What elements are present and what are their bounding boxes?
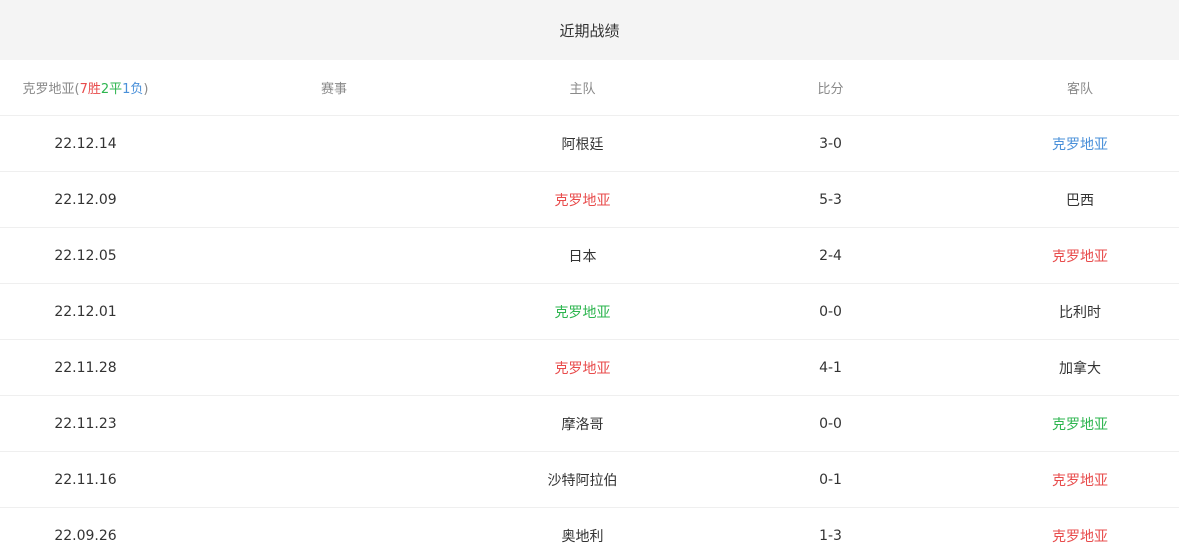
match-score: 3-0	[819, 135, 842, 152]
team-name-label: 克罗地亚	[22, 82, 75, 97]
match-row[interactable]: 22.11.16 沙特阿拉伯 0-1 克罗地亚	[0, 452, 1179, 508]
match-row[interactable]: 22.09.26 奥地利 1-3 克罗地亚	[0, 508, 1179, 551]
match-row[interactable]: 22.12.01 克罗地亚 0-0 比利时	[0, 284, 1179, 340]
match-date: 22.11.28	[54, 359, 117, 376]
away-team-header: 客队	[1066, 82, 1093, 97]
panel-header: 近期战绩	[0, 0, 1179, 60]
match-score: 0-1	[819, 471, 842, 488]
match-row[interactable]: 22.11.23 摩洛哥 0-0 克罗地亚	[0, 396, 1179, 452]
away-team-name: 克罗地亚	[1052, 472, 1108, 489]
match-date: 22.12.01	[54, 303, 117, 320]
away-team-name: 巴西	[1066, 192, 1094, 209]
home-team-name: 日本	[568, 248, 597, 265]
home-team-name: 沙特阿拉伯	[547, 472, 618, 489]
losses-count: 1负	[122, 82, 144, 97]
match-row[interactable]: 22.12.14 阿根廷 3-0 克罗地亚	[0, 116, 1179, 172]
competition-header: 赛事	[320, 82, 347, 97]
match-row[interactable]: 22.11.28 克罗地亚 4-1 加拿大	[0, 340, 1179, 396]
home-team-header: 主队	[569, 82, 596, 97]
match-row[interactable]: 22.12.09 克罗地亚 5-3 巴西	[0, 172, 1179, 228]
match-score: 1-3	[819, 527, 842, 544]
score-header: 比分	[817, 82, 844, 97]
match-date: 22.12.14	[54, 135, 117, 152]
away-team-name: 克罗地亚	[1052, 136, 1108, 153]
away-team-name: 加拿大	[1059, 360, 1101, 377]
home-team-name: 阿根廷	[561, 136, 604, 153]
match-score: 0-0	[819, 303, 842, 320]
match-list: 22.12.14 阿根廷 3-0 克罗地亚 22.12.09 克罗地亚 5-3 巴西 22.12…	[0, 116, 1179, 551]
away-team-name: 比利时	[1059, 304, 1101, 321]
match-date: 22.12.05	[54, 247, 117, 264]
panel-title: 近期战绩	[559, 21, 620, 40]
recent-record-panel: 近期战绩 克罗地亚(7胜2平1负) 赛事 主队 比分 客队 22.12.14 阿根…	[0, 0, 1179, 551]
match-score: 5-3	[819, 191, 842, 208]
home-team-name: 克罗地亚	[554, 360, 611, 377]
match-date: 22.12.09	[54, 191, 117, 208]
away-team-name: 克罗地亚	[1052, 528, 1108, 545]
match-date: 22.09.26	[54, 527, 117, 544]
match-date: 22.11.16	[54, 471, 117, 488]
record-close-paren: )	[143, 82, 149, 97]
match-score: 2-4	[819, 247, 842, 264]
away-team-name: 克罗地亚	[1052, 248, 1108, 265]
team-record-header: 克罗地亚(7胜2平1负)	[0, 78, 171, 97]
home-team-name: 克罗地亚	[554, 192, 611, 209]
home-team-name: 奥地利	[561, 528, 604, 545]
match-row[interactable]: 22.12.05 日本 2-4 克罗地亚	[0, 228, 1179, 284]
home-team-name: 克罗地亚	[554, 304, 611, 321]
column-header-row: 克罗地亚(7胜2平1负) 赛事 主队 比分 客队	[0, 60, 1179, 116]
away-team-name: 克罗地亚	[1052, 416, 1108, 433]
home-team-name: 摩洛哥	[561, 416, 604, 433]
match-score: 4-1	[819, 359, 842, 376]
match-date: 22.11.23	[54, 415, 117, 432]
draws-count: 2平	[100, 82, 123, 97]
match-score: 0-0	[819, 415, 842, 432]
wins-count: 7胜	[79, 82, 101, 97]
